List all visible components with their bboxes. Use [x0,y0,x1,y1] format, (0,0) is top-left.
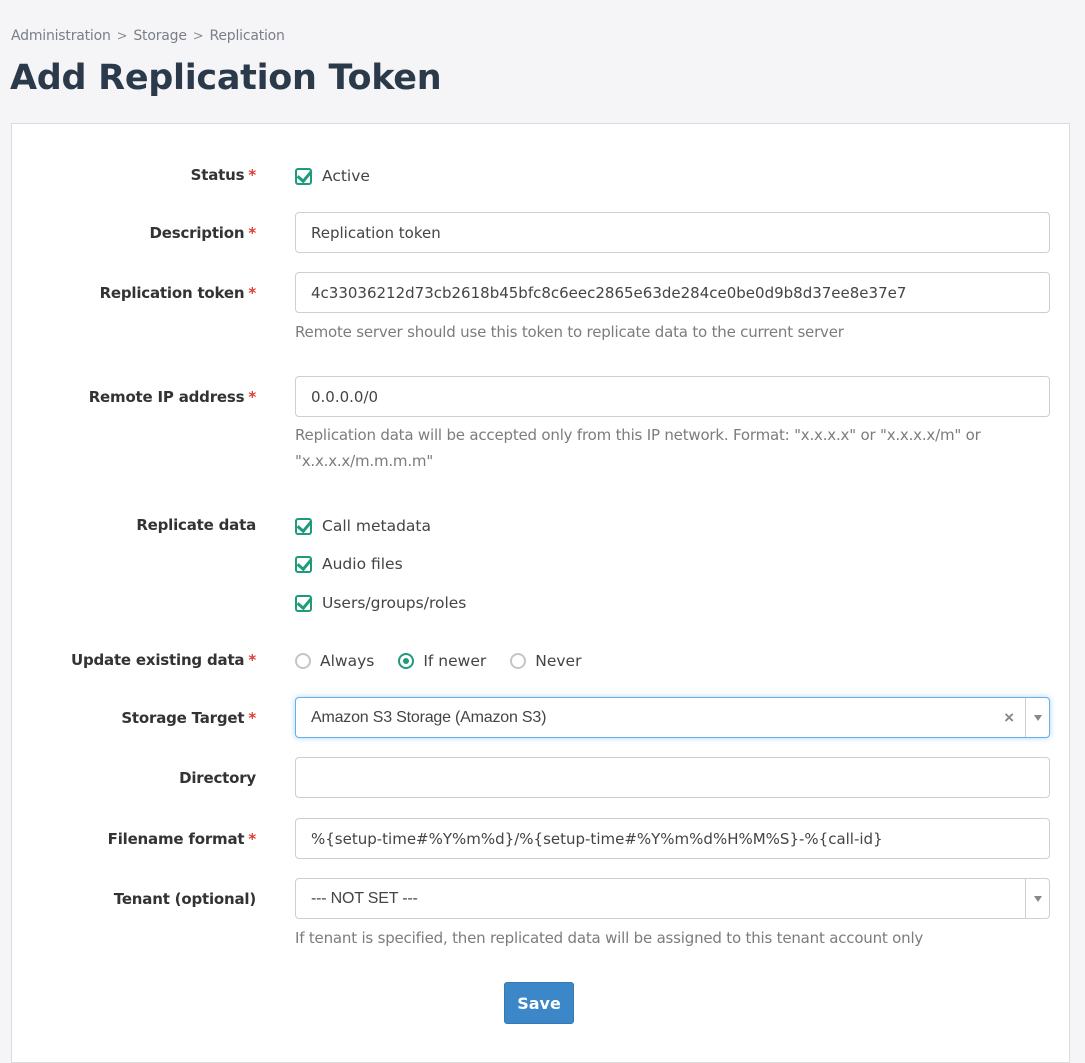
radio-always[interactable]: Always [295,652,374,670]
replication-token-input[interactable] [311,273,1034,312]
required-marker: * [248,224,256,242]
filename-format-field[interactable] [295,818,1050,859]
description-label: Description * [149,224,257,242]
replicate-audio-files-checkbox[interactable]: Audio files [295,555,403,573]
checkbox-checked-icon [295,167,312,185]
breadcrumb-administration[interactable]: Administration [11,28,111,44]
replication-token-help: Remote server should use this token to r… [295,323,844,341]
breadcrumb-replication[interactable]: Replication [209,28,284,44]
required-marker: * [248,709,256,727]
required-marker: * [248,284,256,302]
replicate-call-metadata-checkbox[interactable]: Call metadata [295,517,431,535]
directory-input[interactable] [311,758,1034,797]
radio-selected-icon [398,653,415,669]
save-button[interactable]: Save [504,982,574,1024]
tenant-value: --- NOT SET --- [311,889,418,907]
remote-ip-help: Replication data will be accepted only f… [295,426,981,470]
chevron-right-icon: > [116,28,128,44]
radio-unselected-icon [295,653,311,669]
directory-label: Directory [179,769,256,787]
remote-ip-label: Remote IP address * [88,388,257,406]
remote-ip-input[interactable] [311,377,1034,416]
tenant-label: Tenant (optional) [113,890,256,908]
chevron-right-icon: > [192,28,204,44]
radio-never[interactable]: Never [510,652,581,670]
replication-token-field[interactable] [295,272,1050,313]
directory-field[interactable] [295,757,1050,798]
chevron-down-icon[interactable] [1025,879,1049,918]
status-active-checkbox[interactable]: Active [295,167,370,185]
radio-unselected-icon [510,653,527,669]
storage-target-value: Amazon S3 Storage (Amazon S3) [311,708,547,726]
breadcrumb: Administration > Storage > Replication [11,28,285,44]
status-label: Status * [190,166,257,184]
checkbox-checked-icon [295,594,312,612]
filename-format-label: Filename format * [107,830,257,848]
required-marker: * [248,830,256,848]
replication-token-label: Replication token * [99,284,257,302]
chevron-down-icon[interactable] [1025,698,1049,737]
checkbox-checked-icon [295,517,312,535]
page-title: Add Replication Token [10,58,442,98]
description-input[interactable] [311,213,1034,252]
update-existing-label: Update existing data * [70,651,256,669]
storage-target-label: Storage Target * [121,709,256,727]
checkbox-checked-icon [295,555,312,573]
replicate-users-groups-roles-checkbox[interactable]: Users/groups/roles [295,594,466,612]
update-existing-radio-group: Always If newer Never [295,652,605,670]
required-marker: * [248,651,256,669]
form-card: Status * Active Description * Replication … [11,123,1070,1063]
tenant-help: If tenant is specified, then replicated … [295,929,924,947]
replicate-data-label: Replicate data [136,516,256,534]
clear-icon[interactable]: × [999,698,1019,737]
required-marker: * [248,388,256,406]
required-marker: * [248,166,256,184]
breadcrumb-storage[interactable]: Storage [133,28,187,44]
remote-ip-field[interactable] [295,376,1050,417]
radio-if-newer[interactable]: If newer [398,652,486,670]
tenant-select[interactable]: --- NOT SET --- [295,878,1050,919]
filename-format-input[interactable] [311,819,1034,858]
description-field[interactable] [295,212,1050,253]
storage-target-select[interactable]: Amazon S3 Storage (Amazon S3) × [295,697,1050,738]
